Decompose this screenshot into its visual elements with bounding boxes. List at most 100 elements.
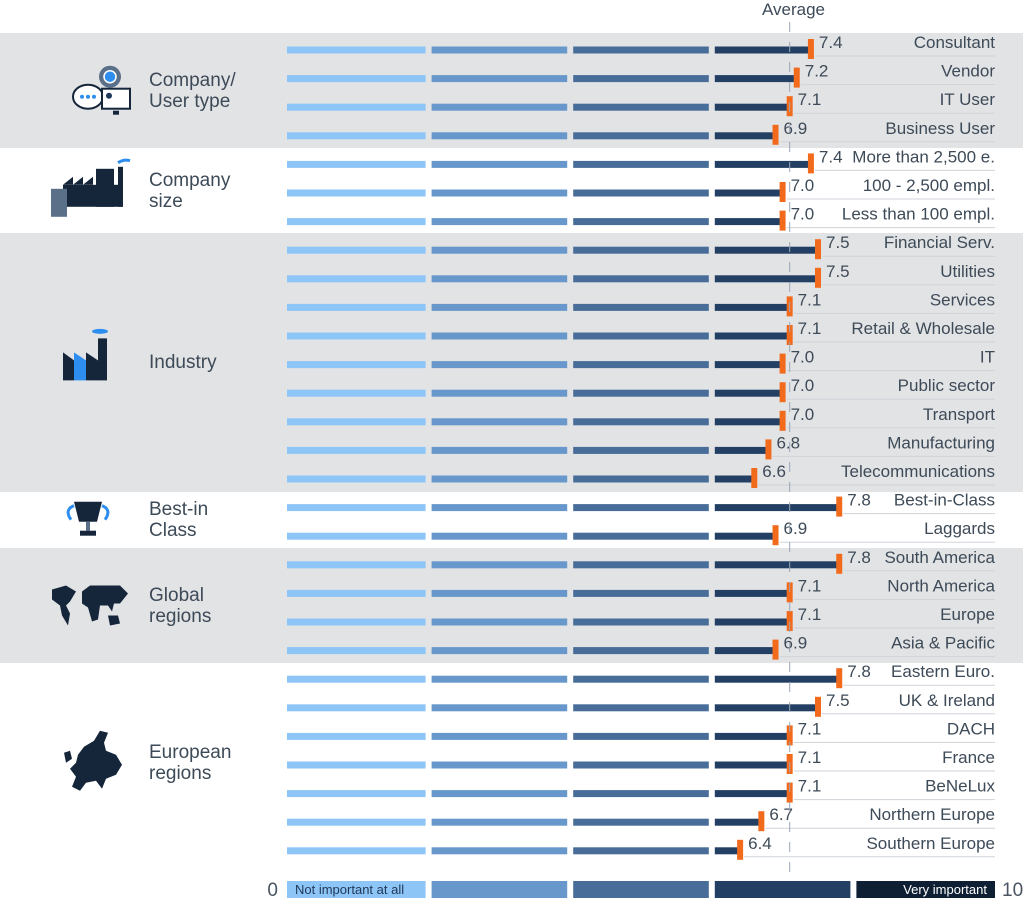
bar-segment — [431, 332, 568, 340]
bar-segment — [573, 132, 709, 140]
value-label: 6.4 — [748, 834, 772, 853]
category-label: Retail & Wholesale — [851, 319, 995, 338]
bar-segment — [573, 790, 709, 798]
value-marker — [807, 153, 814, 174]
bar-segment — [714, 275, 818, 283]
value-label: 7.1 — [798, 290, 822, 309]
bar-segment — [431, 704, 568, 712]
bar-segment — [714, 418, 783, 426]
bar-segment — [573, 418, 709, 426]
bar-segment — [714, 160, 811, 168]
category-label: Utilities — [940, 262, 995, 281]
value-label: 6.8 — [776, 433, 800, 452]
factory-icon — [63, 328, 108, 381]
category-label: IT User — [940, 90, 996, 109]
bar-segment — [431, 675, 568, 683]
bar-segment — [573, 589, 709, 597]
bar-segment — [287, 103, 426, 111]
bar-segment — [287, 446, 426, 454]
category-label: More than 2,500 e. — [852, 147, 995, 166]
value-marker — [793, 67, 800, 88]
bar-segment — [287, 647, 426, 655]
bar-segment — [573, 675, 709, 683]
value-label: 7.8 — [847, 548, 871, 567]
category-label: Less than 100 empl. — [842, 205, 995, 224]
value-marker — [815, 696, 821, 717]
value-label: 7.5 — [826, 233, 850, 252]
bar-segment — [287, 218, 426, 226]
value-marker — [758, 811, 765, 832]
bar-segment — [431, 132, 568, 140]
category-label: South America — [884, 548, 995, 567]
factory-buildings-icon — [51, 158, 131, 217]
category-label: Business User — [885, 119, 995, 138]
bar-segment — [573, 618, 709, 626]
bar-segment — [714, 589, 790, 597]
category-label: Southern Europe — [866, 834, 995, 853]
value-marker — [836, 553, 843, 574]
bar-segment — [714, 75, 797, 83]
value-marker — [779, 410, 786, 431]
category-label: Asia & Pacific — [891, 634, 995, 653]
bar-segment — [431, 361, 568, 369]
value-label: 7.8 — [847, 491, 871, 510]
category-label: North America — [887, 576, 995, 595]
bar-segment — [714, 732, 790, 740]
bar-segment — [714, 475, 755, 483]
value-marker — [765, 439, 772, 460]
bar-segment — [573, 361, 709, 369]
bar-segment — [573, 46, 709, 54]
europe-map-icon — [64, 730, 122, 791]
value-label: 7.0 — [791, 348, 815, 367]
value-label: 7.0 — [791, 176, 815, 195]
bar-segment — [573, 704, 709, 712]
bar-segment — [573, 303, 709, 311]
value-marker — [751, 468, 758, 488]
bar-segment — [573, 75, 709, 83]
bar-segment — [714, 332, 790, 340]
category-label: DACH — [947, 719, 995, 738]
category-label: Services — [930, 290, 995, 309]
category-label: France — [942, 748, 995, 767]
bar-segment — [287, 704, 426, 712]
bar-segment — [287, 189, 426, 197]
value-label: 7.5 — [826, 691, 850, 710]
bar-segment — [287, 332, 426, 340]
value-label: 7.1 — [798, 576, 822, 595]
category-label: Financial Serv. — [884, 233, 995, 252]
bar-segment — [431, 618, 568, 626]
bar-segment — [431, 303, 568, 311]
bar-segment — [431, 189, 568, 197]
bar-segment — [573, 761, 709, 769]
bar-segment — [714, 189, 783, 197]
value-marker — [779, 210, 786, 231]
value-marker — [815, 267, 821, 288]
bar-segment — [714, 847, 741, 855]
category-label: IT — [980, 348, 995, 367]
value-label: 7.1 — [798, 319, 822, 338]
bar-segment — [431, 246, 568, 254]
scale-min-label: 0 — [267, 880, 278, 901]
bar-segment — [714, 704, 818, 712]
bar-segment — [287, 504, 426, 512]
value-label: 7.8 — [847, 662, 871, 681]
bar-segment — [573, 561, 709, 569]
scale-high-text: Very important — [903, 882, 987, 897]
value-marker — [772, 124, 779, 145]
value-label: 7.0 — [791, 376, 815, 395]
bar-segment — [714, 532, 776, 540]
bar-segment — [714, 303, 790, 311]
category-label: UK & Ireland — [899, 691, 995, 710]
scale-segment — [431, 881, 568, 898]
bar-segment — [573, 189, 709, 197]
bar-segment — [287, 132, 426, 140]
value-marker — [836, 496, 843, 517]
scale-max-label: 10 — [1002, 880, 1023, 901]
bar-segment — [431, 160, 568, 168]
category-label: Consultant — [914, 33, 996, 52]
category-label: BeNeLux — [925, 777, 995, 796]
bar-segment — [714, 618, 790, 626]
scale-segment — [714, 881, 851, 898]
bar-segment — [431, 532, 568, 540]
bar-segment — [714, 446, 769, 454]
